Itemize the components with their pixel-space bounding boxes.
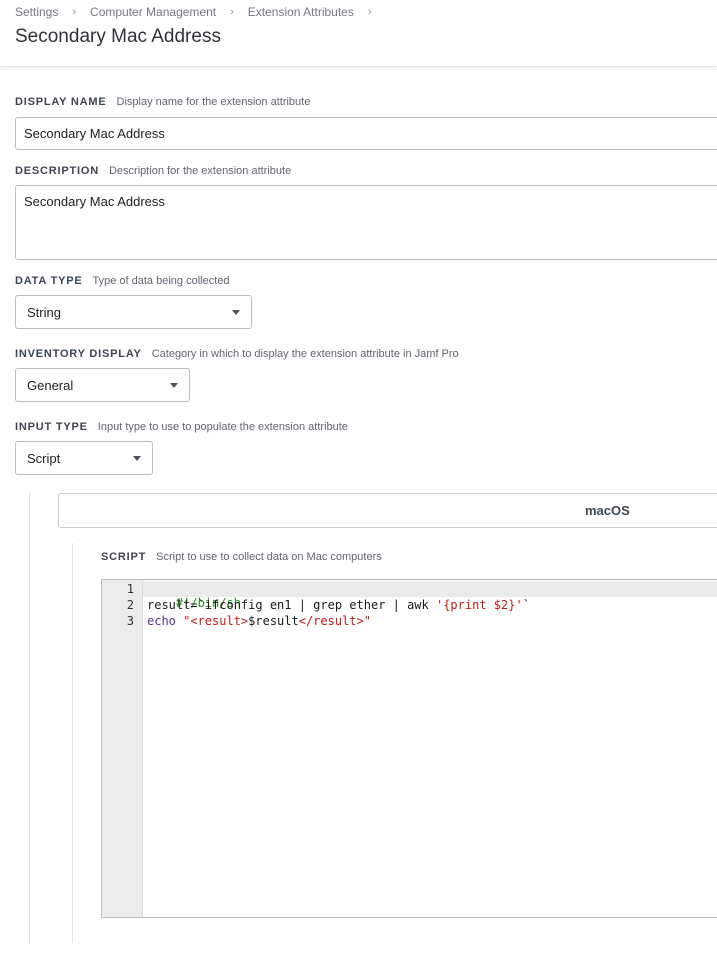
description-label-row: DESCRIPTION Description for the extensio… (15, 165, 291, 177)
chevron-down-icon (232, 309, 240, 315)
display-name-label: DISPLAY NAME (15, 96, 107, 108)
inventory-display-label: INVENTORY DISPLAY (15, 348, 142, 360)
breadcrumb-separator: › (367, 6, 372, 18)
breadcrumb: Settings › Computer Management › Extensi… (15, 5, 386, 19)
display-name-value: Secondary Mac Address (24, 126, 165, 141)
line-number: 2 (126, 598, 134, 612)
description-help: Description for the extension attribute (108, 165, 292, 177)
description-value: Secondary Mac Address (24, 194, 165, 209)
script-help: Script to use to collect data on Mac com… (156, 551, 382, 563)
breadcrumb-separator: › (72, 6, 77, 18)
data-type-select[interactable]: String (15, 295, 252, 329)
line-number: 3 (126, 614, 134, 628)
line-number: 1 (126, 582, 134, 596)
platform-tab-bar: macOS (58, 493, 717, 528)
inventory-display-value: General (27, 377, 74, 393)
script-editor[interactable]: 1 2 3 #!/bin/sh result=`ifconfig en1 | g… (101, 579, 717, 918)
code-text: result=`ifconfig en1 | grep ether | awk (147, 598, 436, 612)
display-name-label-row: DISPLAY NAME Display name for the extens… (15, 96, 310, 108)
breadcrumb-separator: › (230, 6, 234, 18)
script-label: SCRIPT (101, 551, 147, 563)
input-type-label: INPUT TYPE (15, 421, 88, 433)
section-divider (29, 492, 30, 944)
input-type-value: Script (27, 450, 61, 466)
chevron-down-icon (170, 382, 178, 388)
code-string: "<result> (175, 614, 249, 628)
breadcrumb-extension-attributes[interactable]: Extension Attributes (248, 5, 354, 19)
input-type-label-row: INPUT TYPE Input type to use to populate… (15, 421, 348, 433)
data-type-label-row: DATA TYPE Type of data being collected (15, 275, 229, 287)
code-variable: $result (248, 614, 299, 628)
inventory-display-select[interactable]: General (15, 368, 190, 402)
inventory-display-label-row: INVENTORY DISPLAY Category in which to d… (15, 348, 459, 360)
page-title: Secondary Mac Address (15, 26, 221, 47)
code-keyword: echo (147, 614, 176, 628)
section-divider (72, 543, 73, 943)
script-label-row: SCRIPT Script to use to collect data on … (101, 551, 382, 563)
code-line: echo "<result>$result</result>" (147, 614, 371, 628)
input-type-help: Input type to use to populate the extens… (97, 421, 348, 433)
description-label: DESCRIPTION (15, 165, 99, 177)
data-type-help: Type of data being collected (92, 275, 230, 287)
code-line: result=`ifconfig en1 | grep ether | awk … (147, 598, 530, 612)
chevron-down-icon (133, 455, 141, 461)
breadcrumb-settings[interactable]: Settings (15, 5, 58, 19)
inventory-display-help: Category in which to display the extensi… (151, 348, 459, 360)
data-type-value: String (27, 304, 61, 320)
code-text: ` (522, 598, 530, 612)
code-string: </result>" (298, 614, 371, 628)
display-name-input[interactable]: Secondary Mac Address (15, 117, 717, 150)
breadcrumb-computer-management[interactable]: Computer Management (90, 5, 216, 19)
page-header: Settings › Computer Management › Extensi… (0, 0, 717, 67)
line-number-gutter: 1 2 3 (102, 580, 143, 917)
display-name-help: Display name for the extension attribute (116, 96, 311, 108)
input-type-select[interactable]: Script (15, 441, 153, 475)
tab-macos[interactable]: macOS (585, 503, 630, 518)
code-string: '{print $2}' (435, 598, 523, 612)
data-type-label: DATA TYPE (15, 275, 83, 287)
description-textarea[interactable]: Secondary Mac Address (15, 185, 717, 260)
